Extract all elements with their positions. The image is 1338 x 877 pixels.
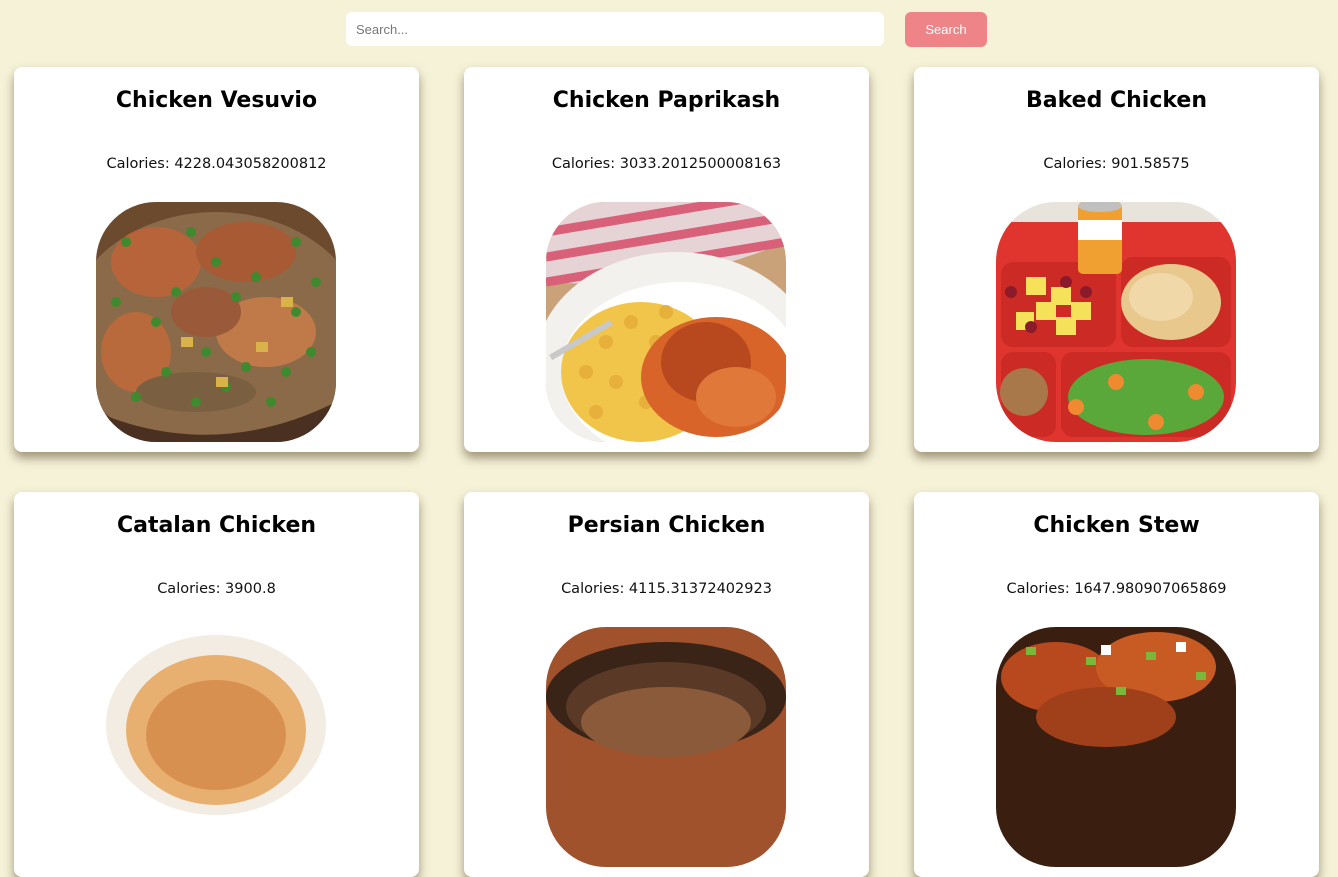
recipe-title: Baked Chicken <box>1026 88 1207 113</box>
recipe-card[interactable]: Baked Chicken Calories: 901.58575 <box>914 67 1319 452</box>
recipe-image[interactable] <box>546 627 786 867</box>
search-input[interactable] <box>346 12 884 46</box>
recipe-image[interactable] <box>996 627 1236 867</box>
recipe-title: Chicken Vesuvio <box>115 88 318 113</box>
recipe-card[interactable]: Persian Chicken Calories: 4115.313724029… <box>464 492 869 877</box>
recipe-calories: Calories: 901.58575 <box>1043 156 1190 172</box>
recipe-title: Persian Chicken <box>567 513 766 538</box>
recipe-image[interactable] <box>546 202 786 442</box>
recipe-calories: Calories: 3033.2012500008163 <box>551 156 782 172</box>
recipe-calories: Calories: 4228.043058200812 <box>106 156 327 172</box>
recipe-image[interactable] <box>996 202 1236 442</box>
recipe-card[interactable]: Chicken Stew Calories: 1647.980907065869 <box>914 492 1319 877</box>
recipe-title: Catalan Chicken <box>116 513 317 538</box>
search-button[interactable]: Search <box>905 12 987 47</box>
recipe-image[interactable] <box>96 202 336 442</box>
recipe-card[interactable]: Catalan Chicken Calories: 3900.8 <box>14 492 419 877</box>
recipe-title: Chicken Stew <box>1033 513 1200 538</box>
recipe-calories: Calories: 1647.980907065869 <box>1006 581 1227 597</box>
recipe-calories: Calories: 4115.31372402923 <box>561 581 772 597</box>
recipe-card[interactable]: Chicken Paprikash Calories: 3033.2012500… <box>464 67 869 452</box>
recipe-title: Chicken Paprikash <box>552 88 781 113</box>
recipe-card[interactable]: Chicken Vesuvio Calories: 4228.043058200… <box>14 67 419 452</box>
recipe-calories: Calories: 3900.8 <box>157 581 276 597</box>
recipe-image[interactable] <box>96 635 336 875</box>
